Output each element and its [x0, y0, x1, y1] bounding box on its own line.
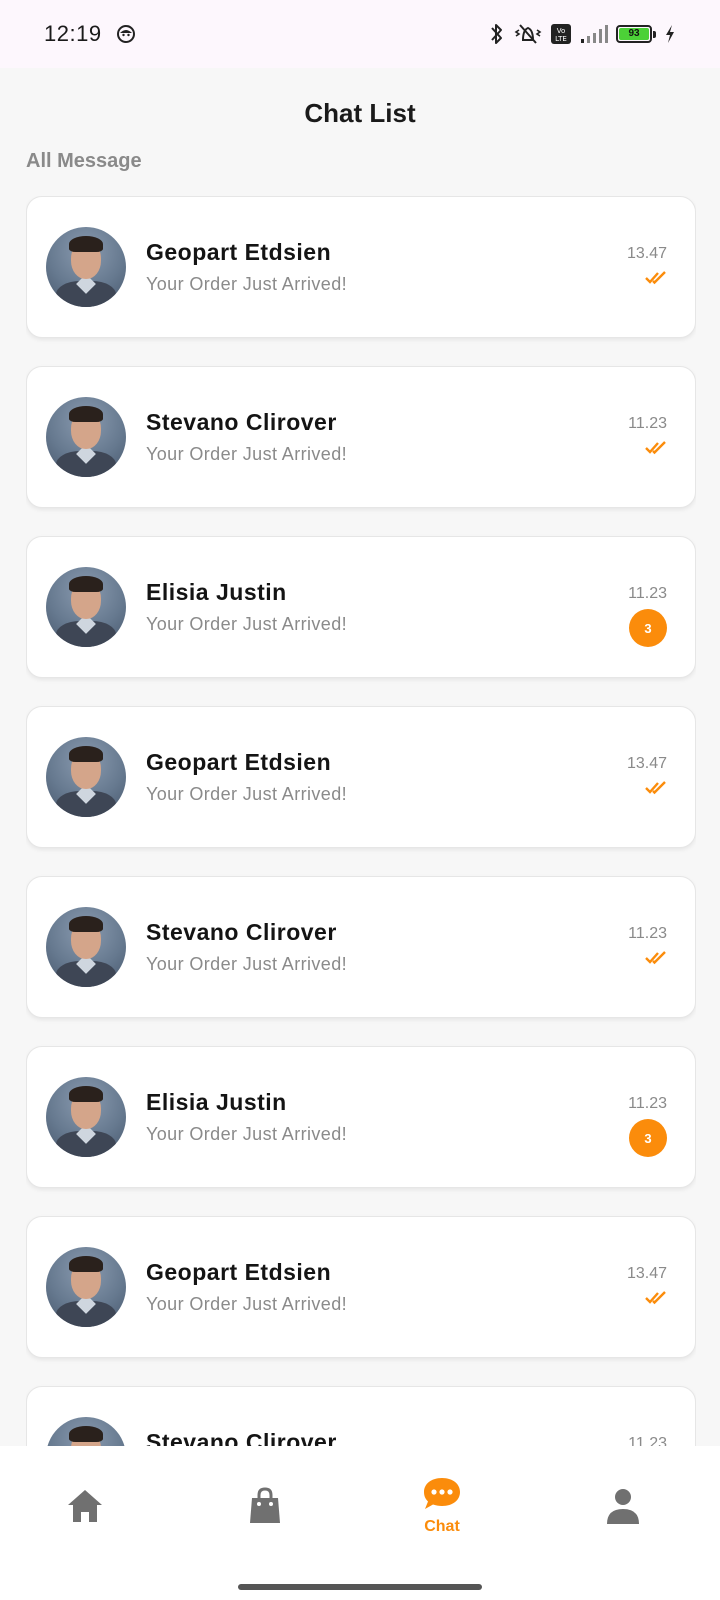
unread-count-badge: 3: [629, 609, 667, 647]
nav-chat[interactable]: Chat: [397, 1446, 487, 1566]
last-message: Your Order Just Arrived!: [146, 444, 348, 464]
nav-profile[interactable]: [578, 1446, 668, 1566]
contact-name: Geopart Etdsien: [146, 1259, 332, 1285]
status-time: 12:19: [44, 21, 102, 46]
message-time: 11.23: [628, 1095, 667, 1112]
app-notification-icon: [116, 25, 135, 43]
nav-chat-label: Chat: [424, 1518, 460, 1535]
battery-level: 93: [619, 28, 649, 40]
chat-list-item[interactable]: Geopart Etdsien Your Order Just Arrived!…: [26, 1216, 696, 1358]
contact-name: Elisia Justin: [146, 1089, 287, 1115]
chat-list-item[interactable]: Elisia Justin Your Order Just Arrived! 1…: [26, 536, 696, 678]
chat-bubble-icon: [424, 1478, 460, 1509]
double-check-icon: [645, 271, 666, 285]
chat-list-item[interactable]: Geopart Etdsien Your Order Just Arrived!…: [26, 196, 696, 338]
avatar: [46, 397, 126, 477]
double-check-icon: [645, 781, 666, 795]
nav-shop[interactable]: [220, 1446, 310, 1566]
last-message: Your Order Just Arrived!: [146, 274, 348, 294]
message-time: 11.23: [628, 925, 667, 942]
contact-name: Geopart Etdsien: [146, 749, 332, 775]
chat-list-item[interactable]: Stevano Clirover Your Order Just Arrived…: [26, 366, 696, 508]
home-icon: [68, 1490, 102, 1522]
chat-list-item[interactable]: Geopart Etdsien Your Order Just Arrived!…: [26, 706, 696, 848]
vibrate-off-icon: [514, 24, 542, 44]
home-indicator[interactable]: [238, 1584, 482, 1590]
nav-home[interactable]: [40, 1446, 130, 1566]
svg-text:Vo: Vo: [557, 27, 566, 35]
status-bar: 12:19 Vo LTE 93: [0, 0, 720, 68]
message-time: 11.23: [628, 585, 667, 602]
last-message: Your Order Just Arrived!: [146, 1294, 348, 1314]
last-message: Your Order Just Arrived!: [146, 614, 348, 634]
message-time: 13.47: [626, 245, 667, 262]
last-message: Your Order Just Arrived!: [146, 1124, 348, 1144]
avatar: [46, 227, 126, 307]
contact-name: Stevano Clirover: [146, 409, 337, 435]
contact-name: Stevano Clirover: [146, 1429, 337, 1446]
bluetooth-icon: [491, 24, 502, 44]
contact-name: Geopart Etdsien: [146, 239, 332, 265]
battery-icon: 93: [616, 25, 656, 43]
contact-name: Elisia Justin: [146, 579, 287, 605]
avatar: [46, 1077, 126, 1157]
unread-count-badge: 3: [629, 1119, 667, 1157]
signal-icon: [581, 25, 608, 43]
chat-list-item[interactable]: Stevano Clirover Your Order Just Arrived…: [26, 1386, 696, 1446]
contact-name: Stevano Clirover: [146, 919, 337, 945]
svg-text:LTE: LTE: [555, 35, 567, 43]
chat-list-item[interactable]: Stevano Clirover Your Order Just Arrived…: [26, 876, 696, 1018]
page-title: Chat List: [304, 98, 416, 128]
last-message: Your Order Just Arrived!: [146, 784, 348, 804]
chat-list: Geopart Etdsien Your Order Just Arrived!…: [26, 196, 696, 1446]
double-check-icon: [645, 951, 666, 965]
shopping-bag-icon: [250, 1487, 280, 1523]
bottom-nav: Chat: [0, 1446, 720, 1600]
person-icon: [607, 1489, 639, 1524]
message-time: 13.47: [626, 1265, 667, 1282]
avatar: [46, 1417, 126, 1446]
avatar: [46, 907, 126, 987]
double-check-icon: [645, 1291, 666, 1305]
avatar: [46, 567, 126, 647]
chat-list-item[interactable]: Elisia Justin Your Order Just Arrived! 1…: [26, 1046, 696, 1188]
section-label: All Message: [26, 150, 142, 172]
message-time: 11.23: [628, 415, 667, 432]
double-check-icon: [645, 441, 666, 455]
avatar: [46, 1247, 126, 1327]
volte-icon: Vo LTE: [551, 24, 571, 44]
charging-icon: [666, 25, 674, 43]
message-time: 13.47: [626, 755, 667, 772]
message-time: 11.23: [628, 1435, 667, 1446]
last-message: Your Order Just Arrived!: [146, 954, 348, 974]
avatar: [46, 737, 126, 817]
